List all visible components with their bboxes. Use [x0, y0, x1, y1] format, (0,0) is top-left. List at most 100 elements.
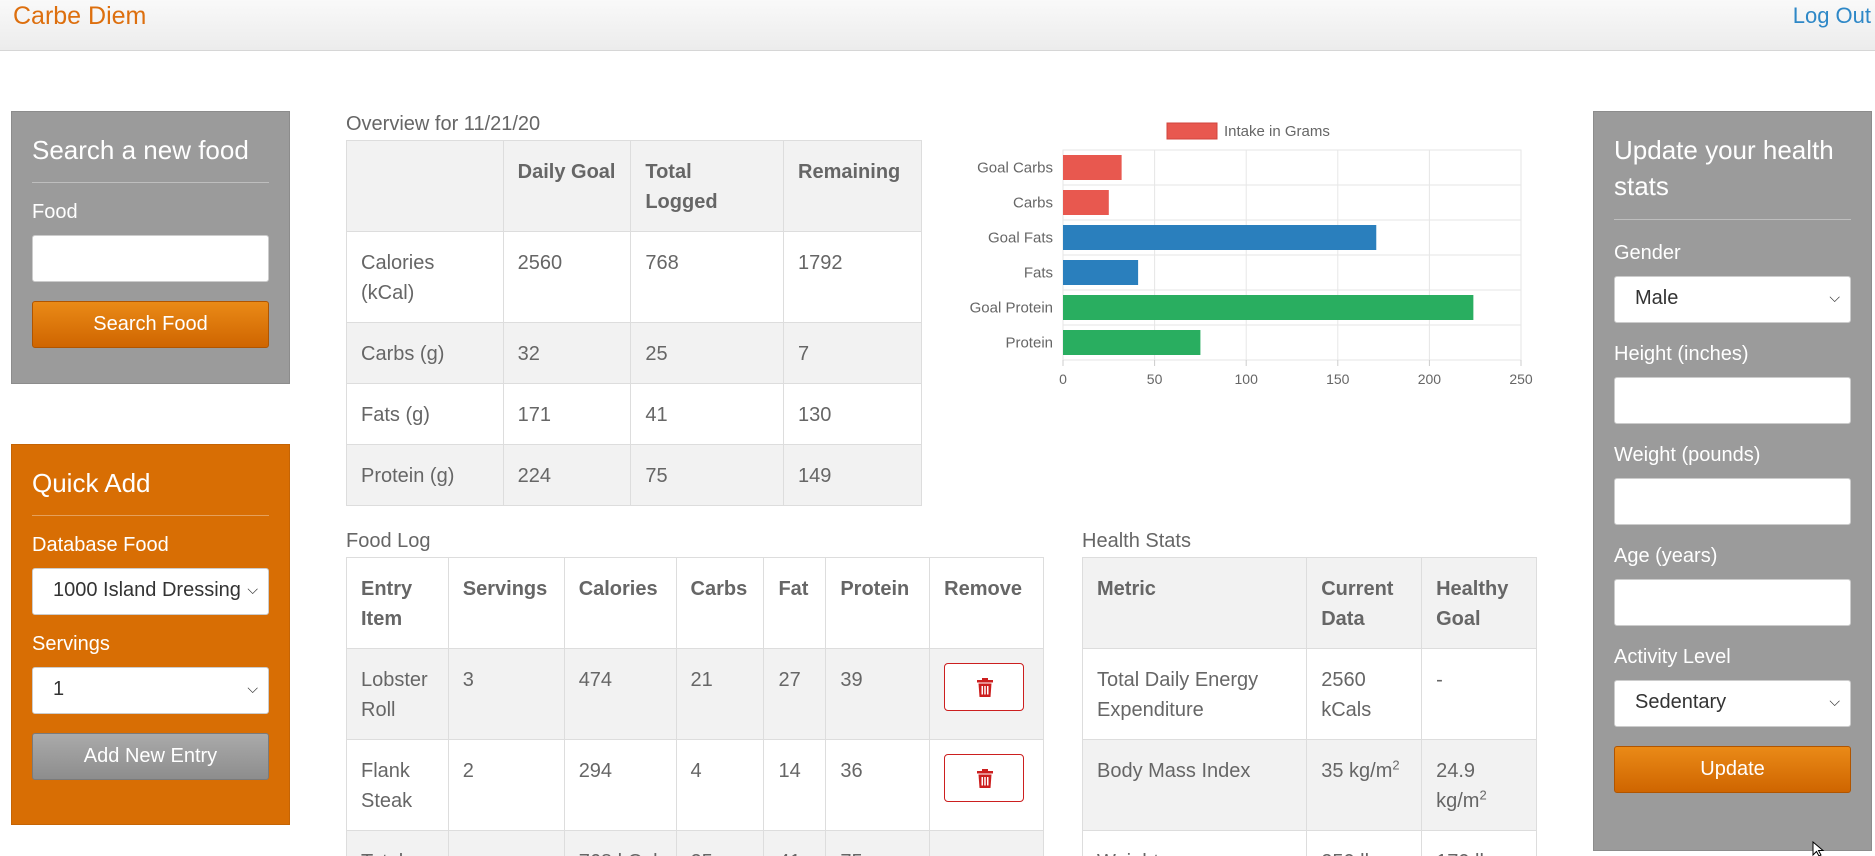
table-cell: 36: [825, 739, 931, 831]
table-cell: Carbs (g): [346, 322, 504, 384]
table-cell: 768 kCal: [563, 830, 677, 856]
table-cell: 4: [675, 739, 765, 831]
table-cell: [929, 648, 1044, 740]
quick-add-panel: Quick Add Database Food 1000 Island Dres…: [11, 444, 290, 825]
servings-label: Servings: [32, 633, 110, 656]
table-cell: Flank Steak: [346, 739, 449, 831]
column-header: Carbs: [675, 557, 765, 649]
table-cell: 32: [502, 322, 632, 384]
gender-select[interactable]: Male ⌵: [1614, 275, 1851, 323]
update-health-panel: Update your health stats Gender Male ⌵ H…: [1593, 111, 1872, 851]
column-header: [346, 140, 504, 232]
column-header: Total Logged: [630, 140, 785, 232]
superscript: 2: [1479, 787, 1487, 803]
search-panel-title: Search a new food: [32, 135, 249, 165]
height-input[interactable]: [1614, 376, 1851, 424]
column-header: Healthy Goal: [1421, 557, 1537, 649]
update-panel-title: Update your health stats: [1614, 135, 1834, 202]
table-row: Calories (kCal) 2560 768 1792: [346, 231, 922, 323]
table-cell: 25: [630, 322, 785, 384]
add-new-entry-button[interactable]: Add New Entry: [32, 733, 269, 781]
food-log-table: Entry Item Servings Calories Carbs Fat P…: [346, 557, 1044, 856]
category-label: Fats: [1024, 265, 1053, 282]
category-label: Goal Protein: [970, 300, 1053, 317]
legend-swatch: [1166, 122, 1218, 140]
gender-label: Gender: [1614, 241, 1681, 264]
bar: [1063, 155, 1122, 180]
navbar: Carbe Diem Log Out: [0, 0, 1875, 51]
food-search-input[interactable]: [32, 235, 269, 283]
chevron-down-icon: ⌵: [243, 680, 258, 698]
legend-label: Intake in Grams: [1224, 123, 1330, 140]
database-food-label: Database Food: [32, 534, 169, 557]
age-input[interactable]: [1614, 578, 1851, 626]
health-stats-caption: Health Stats: [1082, 530, 1191, 552]
table-row: Lobster Roll 3 474 21 27 39: [346, 648, 1044, 740]
servings-select[interactable]: 1 ⌵: [32, 667, 269, 715]
remove-entry-button[interactable]: [944, 663, 1025, 711]
bmi-goal: 24.9 kg/m: [1436, 760, 1480, 812]
overview-table: Daily Goal Total Logged Remaining Calori…: [346, 140, 922, 506]
column-header: Entry Item: [346, 557, 449, 649]
category-label: Protein: [1005, 335, 1053, 352]
logout-link[interactable]: Log Out: [1793, 3, 1871, 29]
table-cell: 75: [825, 830, 931, 856]
x-tick-label: 0: [1059, 371, 1067, 387]
remove-entry-button[interactable]: [944, 754, 1025, 802]
column-header: Fat: [763, 557, 827, 649]
update-button[interactable]: Update: [1614, 745, 1851, 793]
activity-level-label: Activity Level: [1614, 645, 1731, 668]
column-header: Current Data: [1306, 557, 1423, 649]
bmi-current: 35 kg/m: [1321, 760, 1393, 782]
divider: [32, 515, 269, 517]
table-cell: 39: [825, 648, 931, 740]
table-cell: Lobster Roll: [346, 648, 449, 740]
bar: [1063, 330, 1201, 355]
brand-title[interactable]: Carbe Diem: [13, 2, 146, 31]
bar: [1063, 225, 1377, 250]
table-cell: 2: [447, 739, 565, 831]
column-header: Remove: [929, 557, 1044, 649]
database-food-select[interactable]: 1000 Island Dressing ⌵: [32, 568, 269, 616]
search-food-button[interactable]: Search Food: [32, 301, 269, 349]
chevron-down-icon: ⌵: [243, 581, 258, 599]
x-tick-label: 200: [1418, 371, 1442, 387]
table-row: Fats (g) 171 41 130: [346, 383, 922, 445]
table-cell: 21: [675, 648, 765, 740]
x-tick-label: 100: [1235, 371, 1259, 387]
table-cell: Body Mass Index: [1081, 739, 1308, 831]
column-header: Metric: [1081, 557, 1308, 649]
table-cell: 41: [630, 383, 785, 445]
chevron-down-icon: ⌵: [1825, 692, 1840, 710]
intake-bar-chart: Intake in Grams 0 50 100 150 200 250 Goal Carbs…: [970, 122, 1533, 387]
table-cell: [929, 739, 1044, 831]
column-header: Calories: [563, 557, 677, 649]
chevron-down-icon: ⌵: [1825, 288, 1840, 306]
health-stats-table: Metric Current Data Healthy Goal Total D…: [1081, 557, 1537, 856]
bar: [1063, 190, 1109, 215]
table-cell: 25: [675, 830, 765, 856]
table-cell: 250 lb: [1306, 830, 1423, 856]
table-header-row: Entry Item Servings Calories Carbs Fat P…: [346, 557, 1044, 649]
table-cell: 7: [783, 322, 922, 384]
table-cell: 24.9 kg/m2: [1421, 739, 1537, 831]
servings-selected: 1: [53, 678, 65, 701]
food-label: Food: [32, 201, 78, 224]
table-cell: 75: [630, 444, 785, 506]
table-cell: 3: [447, 648, 565, 740]
table-cell: Protein (g): [346, 444, 504, 506]
table-cell: -: [1421, 648, 1537, 740]
table-cell: 294: [563, 739, 677, 831]
bar: [1063, 295, 1474, 320]
table-cell: 170 lb: [1421, 830, 1537, 856]
overview-caption: Overview for 11/21/20: [346, 113, 541, 135]
table-cell: [447, 830, 565, 856]
activity-level-select[interactable]: Sedentary ⌵: [1614, 679, 1851, 727]
table-row: Total Daily Energy Expenditure 2560 kCal…: [1081, 648, 1537, 740]
table-cell: Weight: [1081, 830, 1308, 856]
table-cell: 35 kg/m2: [1306, 739, 1423, 831]
table-row: Body Mass Index 35 kg/m2 24.9 kg/m2: [1081, 739, 1537, 831]
activity-level-selected: Sedentary: [1635, 690, 1727, 713]
table-header-row: Daily Goal Total Logged Remaining: [346, 140, 922, 232]
weight-input[interactable]: [1614, 477, 1851, 525]
